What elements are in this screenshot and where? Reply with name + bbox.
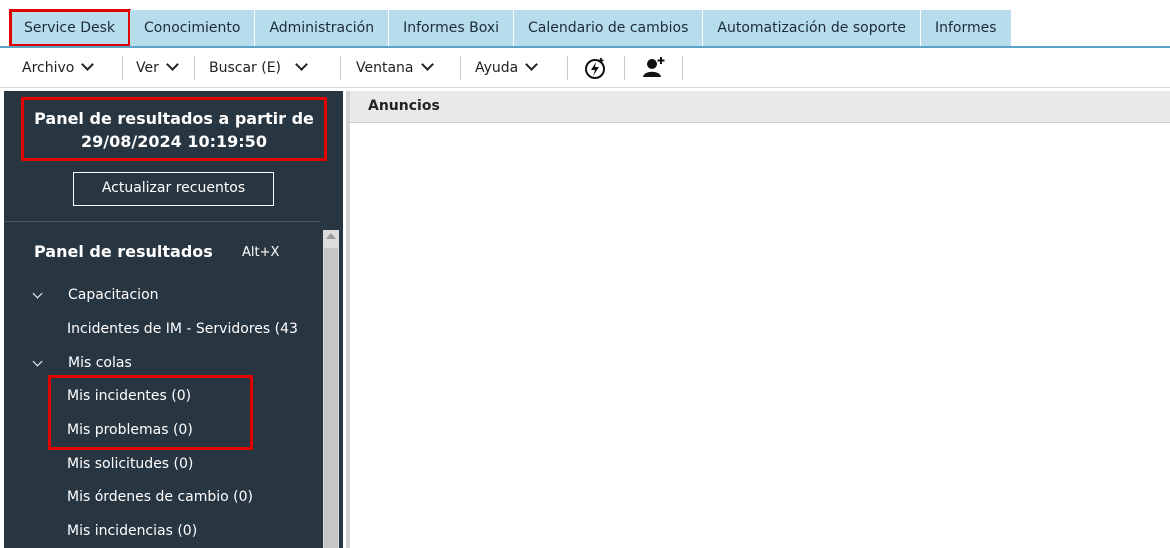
chevron-down-icon bbox=[81, 58, 95, 71]
chevron-down-icon bbox=[420, 58, 434, 71]
menu-ventana-label: Ventana bbox=[356, 60, 414, 76]
toolbar-separator bbox=[567, 56, 568, 80]
menu-archivo[interactable]: Archivo bbox=[22, 48, 95, 88]
group-label: Mis colas bbox=[68, 355, 132, 371]
menu-toolbar: Archivo Ver Buscar (E) Ventana Ayuda bbox=[0, 48, 1170, 88]
tab-service-desk[interactable]: Service Desk bbox=[9, 9, 131, 47]
results-panel-datetime: 29/08/2024 10:19:50 bbox=[81, 132, 267, 151]
sidebar-scrollbar[interactable] bbox=[323, 230, 339, 548]
queue-item-incidentes-servidores[interactable]: Incidentes de IM - Servidores (43 bbox=[67, 321, 320, 337]
menu-buscar[interactable]: Buscar (E) bbox=[209, 48, 308, 88]
menu-ayuda[interactable]: Ayuda bbox=[475, 48, 539, 88]
results-panel-timestamp: Panel de resultados a partir de 29/08/20… bbox=[21, 97, 327, 161]
announcements-title: Anuncios bbox=[368, 98, 440, 114]
toolbar-separator bbox=[122, 56, 123, 80]
chevron-down-icon bbox=[525, 58, 539, 71]
menu-buscar-label: Buscar (E) bbox=[209, 60, 282, 76]
announcements-panel: Anuncios bbox=[346, 91, 1170, 548]
tab-administracion[interactable]: Administración bbox=[255, 10, 390, 46]
toolbar-separator bbox=[624, 56, 625, 80]
top-tab-bar: Service Desk Conocimiento Administración… bbox=[0, 0, 1170, 48]
scrollbar-thumb[interactable] bbox=[324, 248, 338, 548]
group-label: Capacitacion bbox=[68, 287, 159, 303]
highlight-box bbox=[48, 375, 253, 450]
tab-strip: Service Desk Conocimiento Administración… bbox=[9, 9, 1012, 47]
chevron-down-icon bbox=[32, 288, 43, 299]
announcements-header: Anuncios bbox=[350, 91, 1170, 123]
tab-informes-boxi[interactable]: Informes Boxi bbox=[389, 10, 515, 46]
tab-conocimiento[interactable]: Conocimiento bbox=[130, 10, 256, 46]
group-mis-colas[interactable]: Mis colas bbox=[32, 355, 132, 371]
results-panel-heading: Panel de resultados a partir de bbox=[34, 109, 314, 128]
refresh-counts-button[interactable]: Actualizar recuentos bbox=[73, 172, 274, 206]
chevron-down-icon bbox=[165, 58, 179, 71]
toolbar-separator bbox=[460, 56, 461, 80]
sidebar-divider bbox=[4, 221, 320, 222]
lightning-circle-icon[interactable] bbox=[581, 54, 609, 82]
panel-title: Panel de resultados bbox=[34, 242, 213, 261]
menu-ventana[interactable]: Ventana bbox=[356, 48, 434, 88]
tab-automatizacion-de-soporte[interactable]: Automatización de soporte bbox=[703, 10, 921, 46]
toolbar-separator bbox=[340, 56, 341, 80]
queue-item-mis-incidencias[interactable]: Mis incidencias (0) bbox=[67, 523, 197, 539]
toolbar-separator bbox=[682, 56, 683, 80]
menu-ver-label: Ver bbox=[136, 60, 159, 76]
group-capacitacion[interactable]: Capacitacion bbox=[32, 287, 159, 303]
toolbar-separator bbox=[194, 56, 195, 80]
tab-informes[interactable]: Informes bbox=[921, 10, 1012, 46]
tab-calendario-de-cambios[interactable]: Calendario de cambios bbox=[514, 10, 704, 46]
queue-item-mis-ordenes-de-cambio[interactable]: Mis órdenes de cambio (0) bbox=[67, 489, 253, 505]
panel-shortcut: Alt+X bbox=[242, 245, 280, 260]
results-sidebar: Panel de resultados a partir de 29/08/20… bbox=[4, 91, 343, 548]
menu-archivo-label: Archivo bbox=[22, 60, 75, 76]
scroll-up-arrow-icon[interactable] bbox=[326, 233, 336, 239]
chevron-down-icon bbox=[295, 58, 308, 71]
menu-ayuda-label: Ayuda bbox=[475, 60, 519, 76]
queue-item-mis-solicitudes[interactable]: Mis solicitudes (0) bbox=[67, 456, 193, 472]
add-user-icon[interactable] bbox=[640, 54, 668, 82]
menu-ver[interactable]: Ver bbox=[136, 48, 179, 88]
chevron-down-icon bbox=[32, 356, 43, 367]
